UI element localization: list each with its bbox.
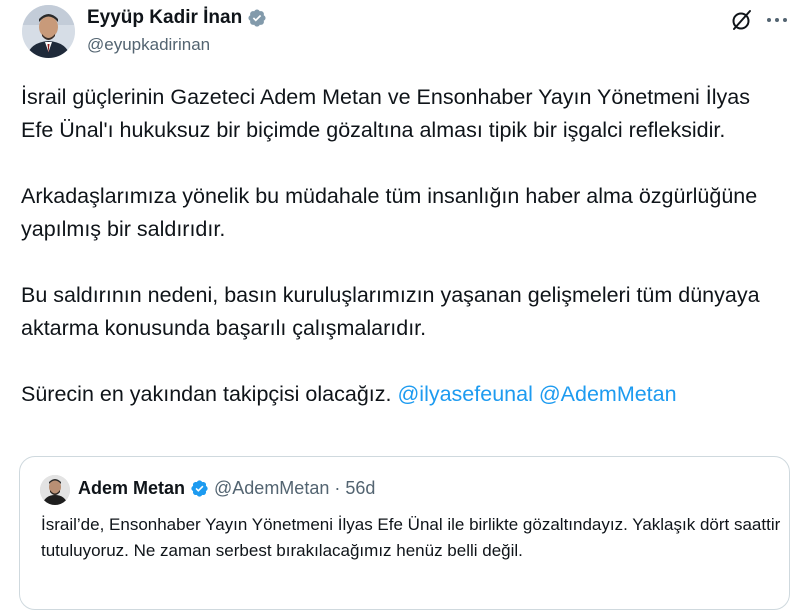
author-avatar-image xyxy=(22,5,75,58)
author-avatar[interactable] xyxy=(22,5,75,58)
mention-link[interactable]: @ilyasefeunal xyxy=(397,382,532,406)
quoted-header: Adem Metan @AdemMetan · 56d xyxy=(78,478,375,499)
tweet-paragraph: İsrail güçlerinin Gazeteci Adem Metan ve… xyxy=(21,85,751,142)
quoted-avatar-image xyxy=(40,475,70,505)
tweet-paragraph-last: Sürecin en yakından takipçisi olacağız. … xyxy=(21,378,781,411)
verified-badge-icon xyxy=(191,480,208,497)
quoted-handle[interactable]: @AdemMetan xyxy=(214,478,329,499)
mention-link[interactable]: @AdemMetan xyxy=(539,382,677,406)
verified-badge-icon xyxy=(248,9,266,27)
quoted-display-name[interactable]: Adem Metan xyxy=(78,478,185,499)
quoted-timestamp[interactable]: 56d xyxy=(345,478,375,499)
grok-icon[interactable] xyxy=(730,8,754,32)
quoted-separator: · xyxy=(334,478,341,498)
author-name-row[interactable]: Eyyüp Kadir İnan xyxy=(87,7,267,29)
tweet-text: İsrail güçlerinin Gazeteci Adem Metan ve… xyxy=(21,81,781,411)
quoted-tweet[interactable]: Adem Metan @AdemMetan · 56d İsrail’de, E… xyxy=(19,456,790,610)
author-display-name[interactable]: Eyyüp Kadir İnan xyxy=(87,7,242,29)
quoted-author-avatar[interactable] xyxy=(40,475,70,505)
tweet-paragraph: Bu saldırının nedeni, basın kuruluşlarım… xyxy=(21,283,760,340)
quoted-text: İsrail’de, Ensonhaber Yayın Yönetmeni İl… xyxy=(41,515,781,560)
more-options-icon[interactable] xyxy=(764,8,790,32)
tweet: Eyyüp Kadir İnan @eyupkadirinan İsrail g… xyxy=(0,0,800,615)
tweet-paragraph: Arkadaşlarımıza yönelik bu müdahale tüm … xyxy=(21,184,758,241)
author-handle[interactable]: @eyupkadirinan xyxy=(87,35,210,55)
tweet-paragraph-text: Sürecin en yakından takipçisi olacağız. xyxy=(21,382,398,406)
